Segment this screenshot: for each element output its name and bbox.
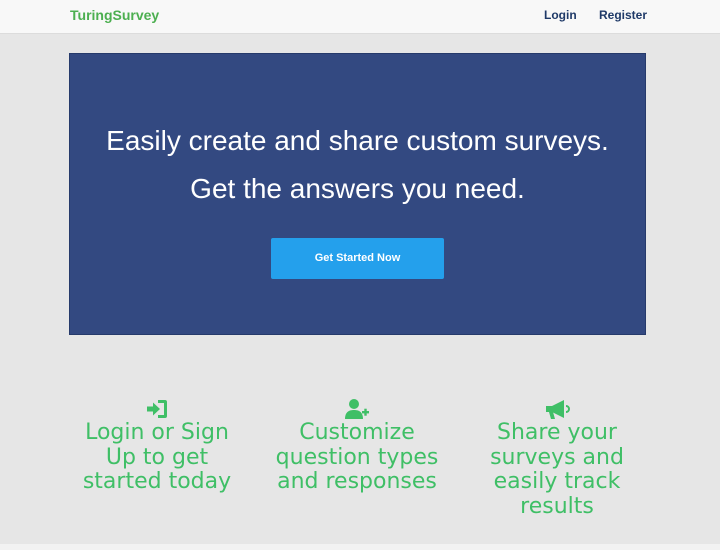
sign-in-icon [144, 398, 170, 420]
bullhorn-icon [544, 398, 570, 420]
feature-customize-text: Customize question types and responses [275, 420, 439, 494]
feature-share: Share your surveys and easily track resu… [467, 398, 647, 519]
feature-share-text: Share your surveys and easily track resu… [490, 420, 624, 519]
feature-login: Login or Sign Up to get started today [67, 398, 247, 495]
footer-divider [0, 544, 720, 550]
nav-login-link[interactable]: Login [544, 8, 577, 22]
top-navbar: TuringSurvey Login Register [0, 0, 720, 34]
hero-subheadline: Get the answers you need. [190, 173, 525, 204]
feature-login-text: Login or Sign Up to get started today [82, 420, 232, 494]
brand-logo-link[interactable]: TuringSurvey [70, 7, 159, 23]
hero-banner: Easily create and share custom surveys. … [69, 53, 646, 335]
feature-customize: Customize question types and responses [267, 398, 447, 495]
get-started-button[interactable]: Get Started Now [271, 238, 444, 279]
hero-headline: Easily create and share custom surveys. [106, 125, 609, 156]
user-plus-icon [344, 398, 370, 420]
nav-register-link[interactable]: Register [599, 8, 647, 22]
